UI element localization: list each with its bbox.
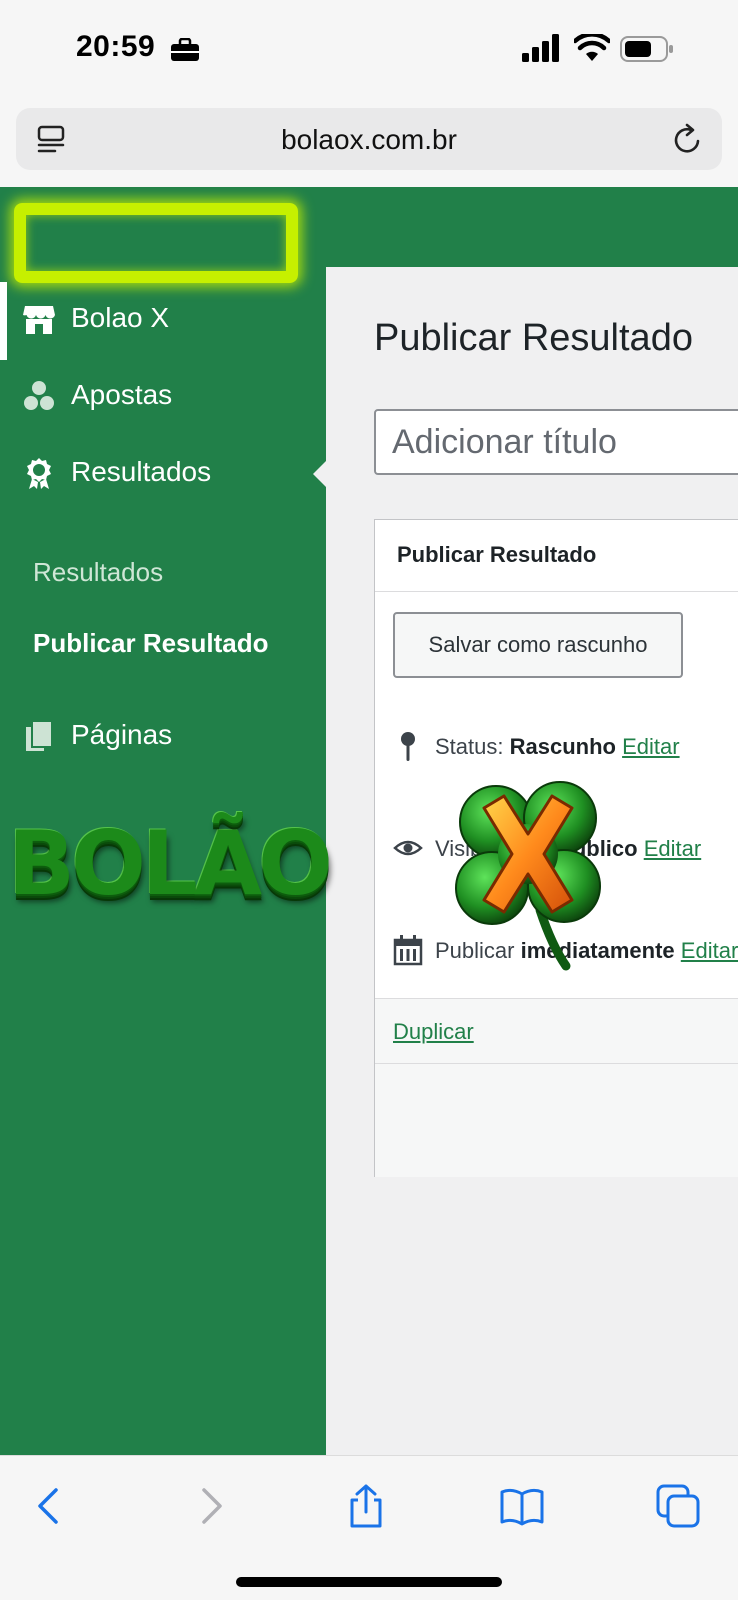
wifi-icon (574, 34, 610, 61)
reload-icon[interactable] (672, 122, 704, 156)
tabs-icon[interactable] (656, 1484, 700, 1528)
edit-status-link[interactable]: Editar (622, 734, 679, 759)
edit-publish-time-link[interactable]: Editar (681, 938, 738, 963)
sidebar-item-label: Resultados (71, 456, 212, 487)
publish-box-title: Publicar Resultado (397, 542, 597, 567)
visibility-value: Público (558, 836, 638, 861)
duplicate-link[interactable]: Duplicar (393, 1019, 474, 1045)
current-menu-arrow (313, 460, 327, 488)
publish-box-header: Publicar Resultado (375, 520, 738, 592)
highlight-box (14, 203, 298, 283)
submenu-item-publicar-resultado[interactable]: Publicar Resultado (33, 628, 269, 659)
status-row: Status: Rascunho Editar (393, 728, 738, 768)
sidebar-item-label: Apostas (71, 379, 173, 410)
share-icon[interactable] (344, 1484, 388, 1528)
publish-value: imediatamente (520, 938, 675, 963)
publish-box: Publicar Resultado Salvar como rascunho … (374, 519, 738, 1177)
cellular-signal-icon (522, 34, 559, 62)
battery-icon (620, 36, 673, 62)
forward-icon[interactable] (188, 1484, 232, 1528)
active-indicator (0, 282, 7, 360)
page-title: Publicar Resultado (374, 317, 693, 359)
pin-icon (401, 732, 415, 761)
group-icon (24, 381, 54, 410)
sidebar-item-resultados[interactable]: Resultados (0, 436, 327, 512)
sidebar-item-apostas[interactable]: Apostas (0, 359, 326, 435)
bookmarks-icon[interactable] (500, 1484, 544, 1528)
edit-visibility-link[interactable]: Editar (644, 836, 701, 861)
calendar-icon (393, 935, 423, 966)
publish-actions-area (375, 1064, 738, 1177)
publish-label: Publicar (435, 938, 515, 963)
admin-page: Bolao X Apostas Resultados Resultados Pu… (0, 187, 738, 1455)
visibility-row: Visibilidade: Público Editar (393, 830, 738, 870)
pages-icon (26, 720, 53, 751)
title-input[interactable] (374, 409, 738, 475)
back-icon[interactable] (28, 1484, 72, 1528)
sidebar-item-bolao-x[interactable]: Bolao X (0, 282, 326, 360)
award-icon (27, 458, 51, 489)
screen: 20:59 bolaox.com.br Bolao X Apostas Resu… (0, 0, 738, 1600)
store-icon (23, 306, 55, 334)
status-bar: 20:59 (0, 0, 738, 100)
visibility-label: Visibilidade: (435, 836, 553, 861)
sidebar-item-label: Bolao X (71, 302, 170, 333)
sidebar-item-paginas[interactable]: Páginas (0, 699, 326, 775)
main-content: Publicar Resultado Publicar Resultado Sa… (326, 267, 738, 1455)
submenu-item-resultados[interactable]: Resultados (33, 557, 163, 588)
status-value: Rascunho (509, 734, 616, 759)
status-time: 20:59 (76, 30, 156, 63)
admin-sidebar: Bolao X Apostas Resultados Resultados Pu… (0, 187, 327, 1455)
url-text[interactable]: bolaox.com.br (16, 124, 722, 156)
sidebar-item-label: Páginas (71, 719, 173, 750)
publish-box-footer: Duplicar (375, 998, 738, 1064)
address-bar[interactable]: bolaox.com.br (16, 108, 722, 170)
briefcase-icon (171, 38, 199, 61)
status-label: Status: (435, 734, 504, 759)
eye-icon (393, 840, 423, 856)
save-draft-button[interactable]: Salvar como rascunho (393, 612, 683, 678)
home-indicator (236, 1577, 502, 1587)
publish-time-row: Publicar imediatamente Editar (393, 932, 738, 972)
